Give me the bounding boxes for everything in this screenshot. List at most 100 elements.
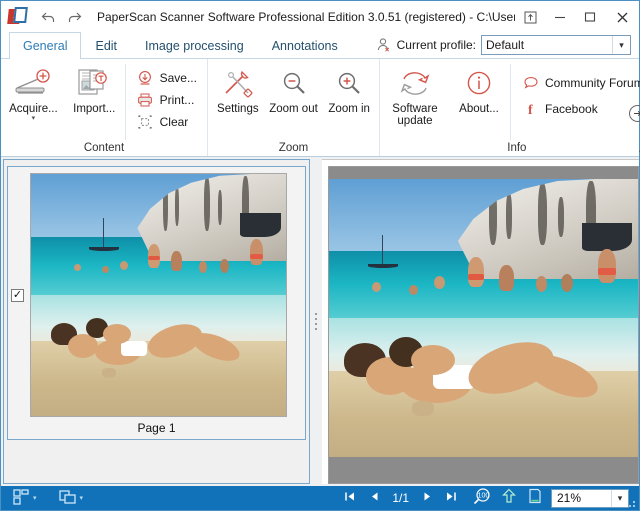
close-icon[interactable] bbox=[605, 2, 639, 32]
zoom-in-button-label: Zoom in bbox=[328, 103, 370, 115]
thumbnail-caption: Page 1 bbox=[137, 421, 176, 435]
page-layout-icon bbox=[13, 488, 30, 508]
import-button[interactable]: Import... bbox=[64, 64, 125, 115]
window-title: PaperScan Scanner Software Professional … bbox=[97, 10, 515, 24]
viewer-frame bbox=[328, 166, 639, 484]
save-button-label: Save... bbox=[159, 71, 197, 85]
import-document-icon bbox=[76, 67, 112, 101]
about-button-label: About... bbox=[459, 103, 499, 115]
chevron-down-icon[interactable]: ▾ bbox=[33, 494, 37, 502]
community-forum-button[interactable]: Community Forum bbox=[518, 70, 640, 96]
save-button[interactable]: Save... bbox=[133, 67, 201, 89]
ribbon-group-zoom-title: Zoom bbox=[278, 142, 309, 154]
current-profile-area: Current profile: Default ▾ bbox=[376, 35, 631, 55]
ribbon-group-info-title: Info bbox=[507, 142, 527, 154]
list-item[interactable]: ✓ Page 1 bbox=[7, 166, 306, 440]
work-area: ✓ Page 1 bbox=[1, 157, 639, 486]
zoom-level-select[interactable]: 21% ▾ bbox=[551, 488, 629, 508]
chevron-down-icon[interactable]: ▾ bbox=[80, 494, 84, 502]
zoom-100-percent-icon[interactable]: 100 bbox=[471, 488, 493, 508]
software-update-icon bbox=[398, 67, 432, 101]
zoom-out-button-label: Zoom out bbox=[269, 103, 318, 115]
facebook-label: Facebook bbox=[545, 102, 598, 116]
fit-page-icon[interactable] bbox=[525, 488, 545, 508]
ribbon-group-zoom: Settings Zoom out Zoom in Zoom bbox=[208, 59, 380, 156]
last-page-icon[interactable] bbox=[442, 491, 460, 505]
profile-select-value: Default bbox=[486, 38, 525, 52]
ribbon-group-content: Acquire... ▾ Import... Save... Print... … bbox=[1, 59, 208, 156]
ribbon-group-info: Software update About... Community Forum bbox=[380, 59, 640, 156]
info-small-buttons: Community Forum f Facebook bbox=[510, 64, 640, 140]
resize-grip-icon[interactable] bbox=[627, 499, 637, 509]
application-window: PaperScan Scanner Software Professional … bbox=[0, 0, 640, 511]
thumbnail-pane[interactable]: ✓ Page 1 bbox=[3, 159, 310, 484]
svg-text:100: 100 bbox=[478, 493, 490, 500]
minimize-icon[interactable] bbox=[545, 2, 575, 32]
view-mode-icon bbox=[58, 489, 77, 508]
page-checkbox[interactable]: ✓ bbox=[11, 289, 24, 302]
import-button-label: Import... bbox=[73, 103, 116, 115]
window-controls bbox=[515, 2, 639, 32]
facebook-icon: f bbox=[522, 101, 539, 118]
fit-width-icon[interactable] bbox=[499, 488, 519, 508]
save-download-icon bbox=[137, 70, 154, 87]
tab-image-processing[interactable]: Image processing bbox=[131, 32, 258, 58]
profile-select[interactable]: Default ▾ bbox=[481, 35, 631, 55]
zoom-out-icon bbox=[279, 67, 309, 101]
tab-image-processing-label: Image processing bbox=[145, 38, 244, 53]
tab-edit[interactable]: Edit bbox=[81, 32, 131, 58]
forward-arrow-icon[interactable] bbox=[61, 5, 87, 29]
software-update-button-label: Software update bbox=[392, 103, 438, 127]
tools-settings-icon bbox=[221, 67, 255, 101]
current-profile-label: Current profile: bbox=[396, 38, 476, 52]
previous-page-icon[interactable] bbox=[365, 491, 383, 505]
print-button[interactable]: Print... bbox=[133, 89, 201, 111]
settings-button[interactable]: Settings bbox=[210, 64, 266, 115]
status-bar-right: 1/1 100 21% ▾ bbox=[341, 486, 629, 510]
page-layout-button[interactable]: ▾ bbox=[13, 488, 37, 508]
facebook-button[interactable]: f Facebook bbox=[518, 96, 640, 122]
back-arrow-icon[interactable] bbox=[35, 5, 61, 29]
first-page-icon[interactable] bbox=[341, 491, 359, 505]
clear-icon bbox=[137, 114, 154, 131]
acquire-button[interactable]: Acquire... ▾ bbox=[3, 64, 64, 122]
ribbon: Acquire... ▾ Import... Save... Print... … bbox=[1, 59, 640, 157]
zoom-out-button[interactable]: Zoom out bbox=[266, 64, 322, 115]
pane-splitter[interactable] bbox=[310, 157, 322, 486]
next-page-icon[interactable] bbox=[418, 491, 436, 505]
tab-annotations-label: Annotations bbox=[271, 38, 338, 53]
pin-window-icon[interactable] bbox=[515, 2, 545, 32]
checkmark-icon: ✓ bbox=[12, 289, 23, 301]
paperscan-logo-icon bbox=[7, 6, 29, 28]
chevron-down-icon[interactable]: ▾ bbox=[612, 36, 630, 54]
viewer-image[interactable] bbox=[329, 179, 638, 457]
thumbnail-image[interactable] bbox=[30, 173, 287, 417]
maximize-icon[interactable] bbox=[575, 2, 605, 32]
clear-button-label: Clear bbox=[159, 115, 189, 129]
acquire-button-label: Acquire... bbox=[9, 103, 58, 115]
clear-button[interactable]: Clear bbox=[133, 111, 201, 133]
software-update-button[interactable]: Software update bbox=[382, 64, 448, 127]
status-bar-left: ▾ ▾ bbox=[1, 488, 83, 508]
ribbon-tab-strip: General Edit Image processing Annotation… bbox=[1, 32, 639, 59]
splitter-grip-icon bbox=[315, 313, 317, 330]
zoom-level-value: 21% bbox=[557, 491, 582, 505]
settings-button-label: Settings bbox=[217, 103, 259, 115]
tab-annotations[interactable]: Annotations bbox=[258, 32, 352, 58]
printer-icon bbox=[137, 92, 154, 109]
community-forum-label: Community Forum bbox=[545, 76, 640, 90]
chevron-down-icon[interactable]: ▾ bbox=[32, 115, 36, 122]
tab-edit-label: Edit bbox=[95, 38, 118, 53]
ribbon-group-content-title: Content bbox=[83, 142, 125, 154]
chevron-down-icon[interactable]: ▾ bbox=[611, 489, 628, 507]
view-mode-button[interactable]: ▾ bbox=[58, 488, 84, 508]
user-profile-icon bbox=[376, 37, 392, 53]
svg-text:f: f bbox=[528, 103, 533, 117]
tab-general-label: General bbox=[23, 38, 68, 53]
title-bar: PaperScan Scanner Software Professional … bbox=[1, 1, 639, 33]
about-button[interactable]: About... bbox=[448, 64, 510, 115]
zoom-in-button[interactable]: Zoom in bbox=[321, 64, 377, 115]
zoom-in-icon bbox=[334, 67, 364, 101]
tab-general[interactable]: General bbox=[9, 32, 82, 59]
image-viewer[interactable] bbox=[322, 159, 639, 484]
